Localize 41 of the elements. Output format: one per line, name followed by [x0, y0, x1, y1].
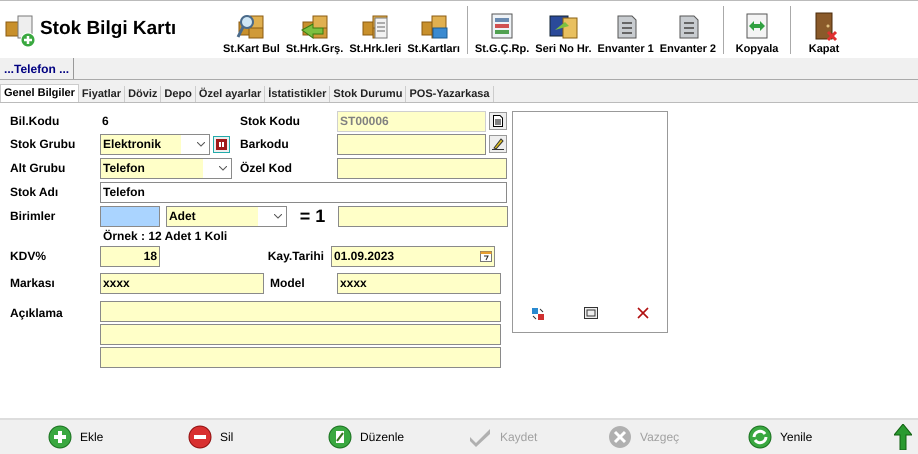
field-label: KDV% [10, 248, 48, 265]
field-label: Açıklama [10, 305, 64, 322]
example-note: Örnek : 12 Adet 1 Koli [103, 228, 228, 245]
toolbar-button[interactable]: Seri No Hr. [532, 4, 595, 56]
toolbar-button[interactable]: St.Kart Bul [220, 4, 283, 56]
field-label: Birimler [10, 208, 56, 225]
toolbar-button[interactable]: Envanter 2 [656, 4, 720, 56]
toolbar-button[interactable]: St.Kartları [404, 4, 463, 56]
field-label: Özel Kod [240, 160, 294, 177]
input-field[interactable]: 18 [100, 246, 160, 266]
field-label: Kay.Tarihi [266, 248, 325, 265]
input-field[interactable]: ST00006 [337, 110, 486, 132]
field-label: Alt Grubu [10, 160, 66, 177]
toolbar-button[interactable]: Envanter 1 [594, 4, 657, 56]
input-field[interactable]: xxxx [100, 272, 264, 294]
field-label: Barkodu [240, 136, 290, 153]
field-label: Markası [10, 275, 56, 292]
input-field[interactable]: xxxx [337, 272, 501, 294]
toolbar-button[interactable]: St.Hrk.Grş. [282, 4, 346, 56]
record-number: 6 [101, 113, 110, 130]
toolbar-button[interactable]: St.G.Ç.Rp. [472, 4, 532, 56]
toolbar-button[interactable]: Kapat [795, 4, 854, 56]
dropdown[interactable]: Telefon [100, 158, 232, 178]
action-button[interactable]: Düzenle [328, 425, 468, 449]
field-label: Stok Adı [10, 184, 60, 201]
unit-ratio: = 1 [298, 204, 326, 228]
dropdown[interactable]: Adet [166, 206, 287, 226]
action-button[interactable]: Yenile [748, 425, 888, 449]
window-title: Stok Bilgi Kartı [40, 17, 176, 42]
field-label: Bil.Kodu [10, 113, 60, 130]
date-field[interactable]: 01.09.2023 [331, 246, 495, 266]
action-button[interactable]: Ekle [48, 425, 188, 449]
field-label: Stok Kodu [240, 113, 301, 130]
field-label: Stok Grubu [10, 136, 76, 153]
dropdown[interactable]: Elektronik [100, 134, 210, 154]
field-label: Model [269, 275, 306, 292]
toolbar-button[interactable]: St.Hrk.leri [346, 4, 404, 56]
input-field[interactable]: Telefon [100, 182, 507, 202]
toolbar-button[interactable]: Kopyala [728, 4, 786, 56]
action-button[interactable]: Sil [188, 425, 328, 449]
tab[interactable]: Genel Bilgiler [0, 84, 79, 102]
